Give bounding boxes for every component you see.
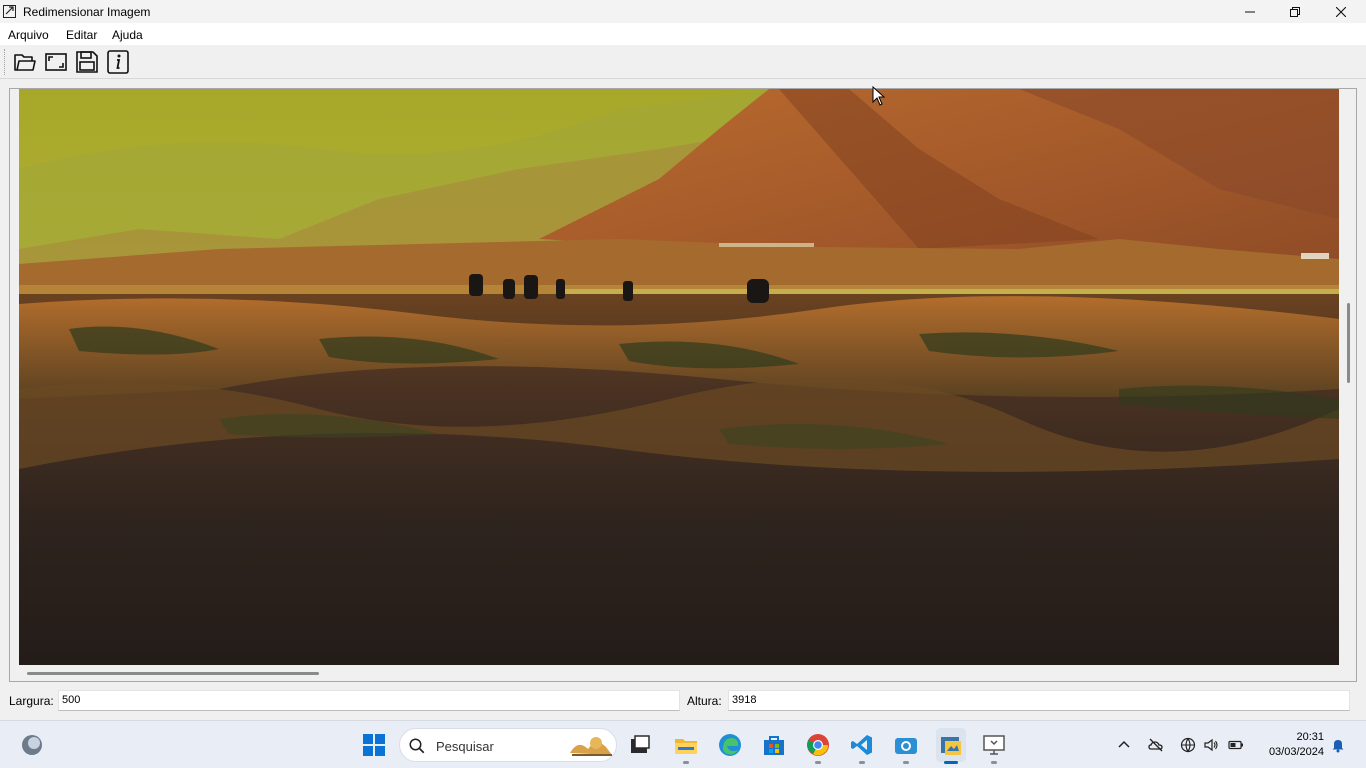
- file-explorer-icon: [675, 739, 697, 754]
- vertical-scrollbar[interactable]: [1347, 303, 1350, 383]
- image-viewport[interactable]: [9, 88, 1357, 682]
- task-view-button[interactable]: [626, 731, 654, 759]
- onedrive-button[interactable]: [1147, 737, 1165, 753]
- vscode-icon: [851, 735, 872, 755]
- search-highlight-icon: [570, 737, 612, 756]
- store-icon: [764, 736, 784, 755]
- edge-button[interactable]: [716, 731, 744, 759]
- close-icon: [1336, 6, 1346, 17]
- network-icon: [1180, 737, 1196, 753]
- clock[interactable]: 20:31 03/03/2024: [1252, 730, 1324, 760]
- onedrive-off-icon: [1148, 738, 1163, 752]
- width-label: Largura:: [9, 694, 54, 708]
- save-button[interactable]: [74, 49, 100, 75]
- resize-image-icon: [3, 4, 17, 18]
- vscode-button[interactable]: [848, 731, 876, 759]
- close-button[interactable]: [1318, 0, 1364, 23]
- restore-icon: [1290, 6, 1300, 17]
- open-button[interactable]: [12, 49, 38, 75]
- store-button[interactable]: [760, 731, 788, 759]
- height-field[interactable]: 3918: [728, 690, 1350, 711]
- minimize-icon: [1245, 11, 1255, 12]
- resize-button[interactable]: [43, 49, 69, 75]
- battery-button[interactable]: [1227, 737, 1245, 753]
- start-icon: [363, 734, 385, 756]
- edge-icon: [719, 734, 741, 756]
- running-indicator: [991, 761, 997, 764]
- height-label: Altura:: [687, 694, 722, 708]
- running-indicator: [903, 761, 909, 764]
- resize-icon: [45, 53, 67, 71]
- running-indicator: [859, 761, 865, 764]
- start-button[interactable]: [360, 731, 388, 759]
- show-hidden-icons-button[interactable]: [1115, 737, 1133, 753]
- chrome-icon: [807, 734, 829, 756]
- network-button[interactable]: [1179, 737, 1197, 753]
- taskbar: Pesquisar 20:31 03/03/2024: [0, 720, 1366, 768]
- camera-app-button[interactable]: [892, 731, 920, 759]
- image-resizer-app-button[interactable]: [936, 728, 966, 762]
- dimension-fields: Largura: 500 Altura: 3918: [0, 686, 1366, 716]
- remote-desktop-icon: [983, 735, 1005, 755]
- landscape-photo: [19, 89, 1339, 665]
- mouse-cursor-icon: [872, 86, 886, 106]
- volume-icon: [1204, 738, 1218, 752]
- chevron-up-icon: [1118, 740, 1130, 748]
- minimize-button[interactable]: [1227, 0, 1273, 23]
- notification-bell-icon: [1332, 740, 1344, 753]
- running-indicator: [815, 761, 821, 764]
- volume-button[interactable]: [1202, 737, 1220, 753]
- battery-icon: [1228, 740, 1243, 750]
- menu-ajuda[interactable]: Ajuda: [112, 28, 143, 42]
- remote-desktop-button[interactable]: [980, 731, 1008, 759]
- window-title: Redimensionar Imagem: [23, 5, 151, 19]
- task-view-icon: [631, 735, 650, 753]
- widgets-icon: [22, 735, 42, 755]
- open-folder-icon: [14, 54, 36, 71]
- width-field[interactable]: 500: [58, 690, 680, 711]
- menu-editar[interactable]: Editar: [66, 28, 97, 42]
- toolbar: [0, 45, 1366, 79]
- menu-bar: Arquivo Editar Ajuda: [0, 23, 1366, 45]
- horizontal-scrollbar[interactable]: [27, 672, 319, 675]
- taskbar-search[interactable]: Pesquisar: [399, 728, 617, 762]
- search-icon: [409, 738, 425, 754]
- file-explorer-button[interactable]: [672, 731, 700, 759]
- chrome-button[interactable]: [804, 731, 832, 759]
- running-indicator: [683, 761, 689, 764]
- toolbar-grip[interactable]: [4, 49, 6, 75]
- restore-button[interactable]: [1272, 0, 1318, 23]
- active-indicator: [944, 761, 958, 764]
- search-placeholder: Pesquisar: [436, 739, 494, 754]
- image-resizer-app-icon: [941, 737, 961, 755]
- notifications-button[interactable]: [1329, 737, 1347, 753]
- clock-date: 03/03/2024: [1268, 746, 1324, 758]
- info-icon: [107, 50, 129, 74]
- camera-app-icon: [895, 738, 917, 754]
- title-bar: Redimensionar Imagem: [0, 0, 1366, 23]
- widgets-button[interactable]: [18, 731, 46, 759]
- clock-time: 20:31: [1296, 731, 1324, 743]
- info-button[interactable]: [105, 49, 131, 75]
- save-icon: [76, 51, 98, 73]
- menu-arquivo[interactable]: Arquivo: [8, 28, 49, 42]
